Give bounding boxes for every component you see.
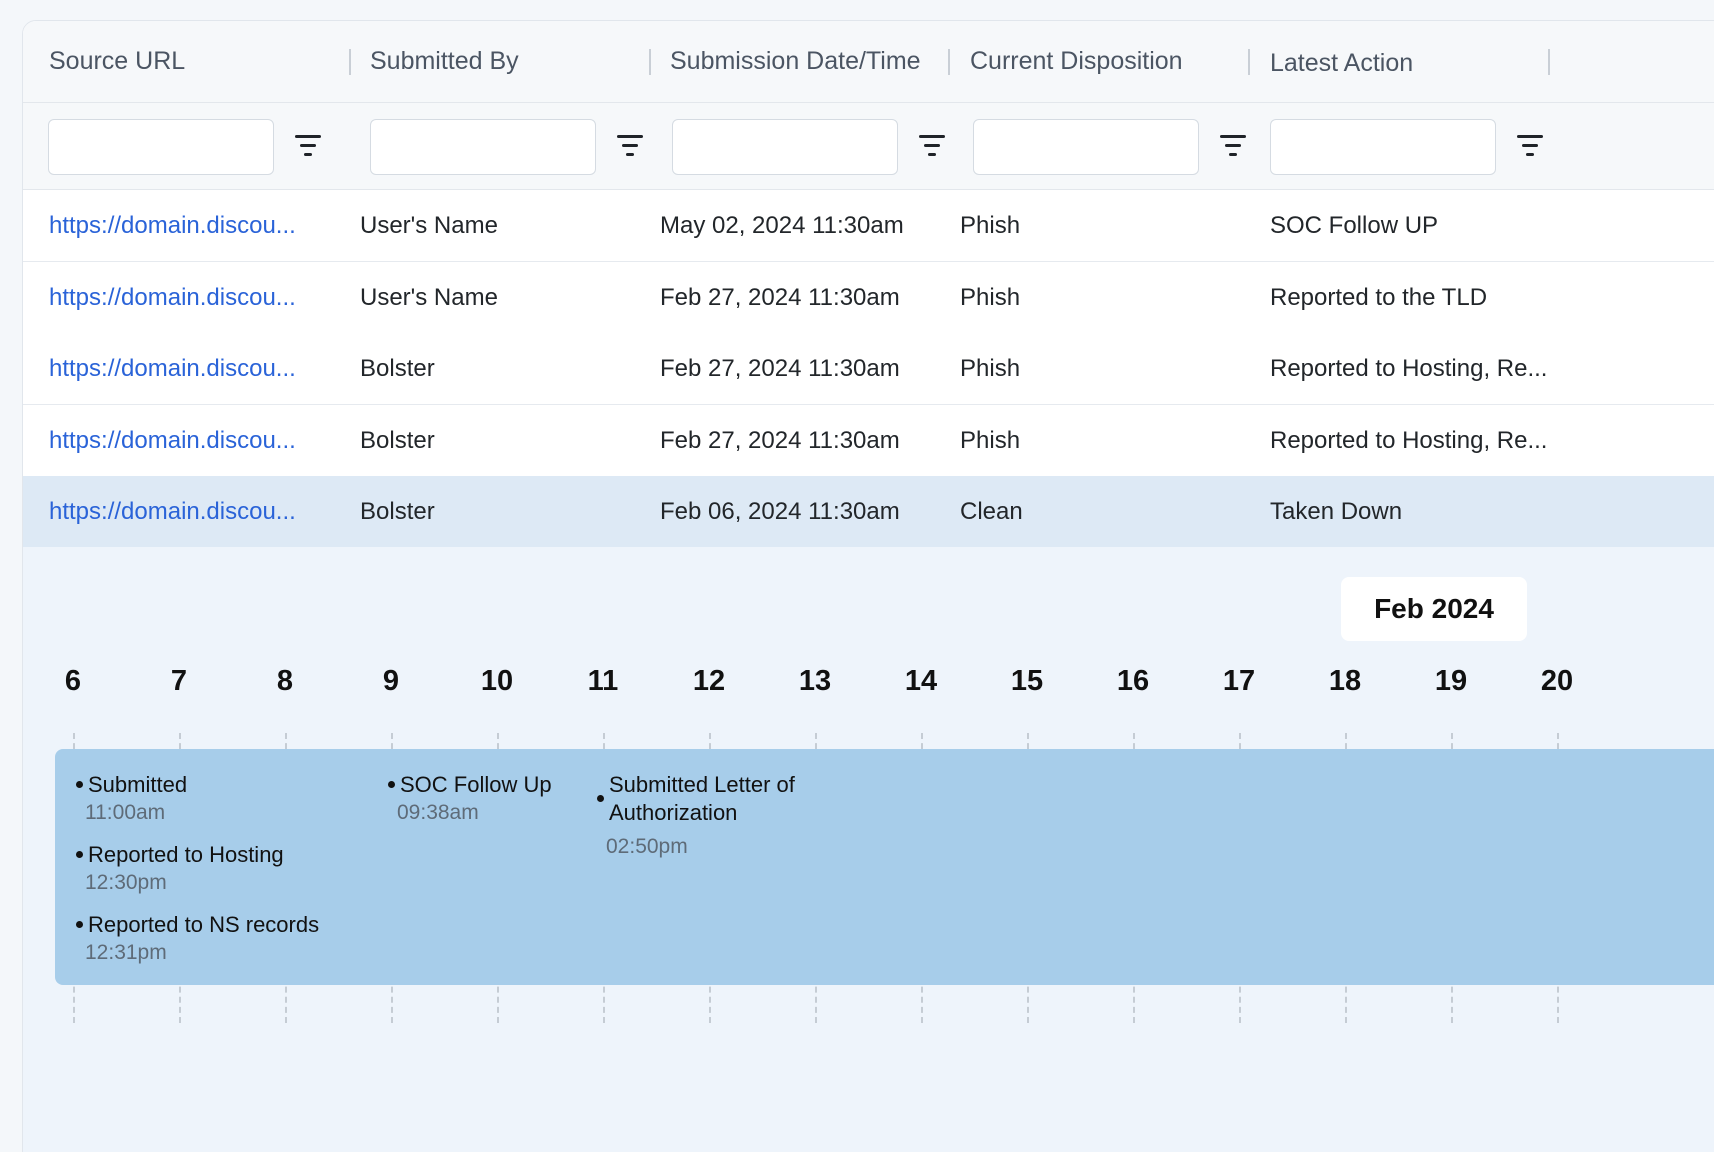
latest-action-cell: Reported to Hosting, Re... [1270,355,1548,382]
column-header-latest-action[interactable]: Latest Action [1270,23,1413,105]
filter-icon[interactable] [1517,133,1545,161]
event-title: SOC Follow Up [400,772,552,797]
column-resize-handle[interactable] [1548,49,1550,75]
timeline-day: 14 [904,665,938,697]
timeline-day: 7 [170,665,188,697]
column-header-current-disposition[interactable]: Current Disposition [970,21,1183,103]
latest-action-cell: SOC Follow UP [1270,212,1439,239]
submitted-by-cell: Bolster [360,427,435,454]
latest-action-filter-input[interactable] [1270,119,1496,175]
event-title: Reported to Hosting [88,842,284,867]
timeline-event[interactable]: Reported to NS records 12:31pm [76,911,320,967]
filter-icon[interactable] [617,133,645,161]
event-bullet [76,921,83,928]
source-url-link[interactable]: https://domain.discou... [49,262,296,334]
table-row[interactable]: https://domain.discou... Bolster Feb 27,… [23,405,1714,477]
column-resize-handle[interactable] [1248,49,1250,75]
timeline-event[interactable]: Submitted Letter of Authorization 02:50p… [597,771,795,861]
filter-icon[interactable] [1220,133,1248,161]
source-url-link[interactable]: https://domain.discou... [49,405,296,477]
source-url-link[interactable]: https://domain.discou... [49,333,296,405]
timeline-day: 17 [1222,665,1256,697]
table-row[interactable]: https://domain.discou... User's Name May… [23,190,1714,262]
submission-date-cell: Feb 27, 2024 11:30am [660,355,900,382]
event-time: 12:30pm [85,871,167,894]
timeline-day: 10 [480,665,514,697]
submission-date-filter-input[interactable] [672,119,898,175]
event-title: Submitted Letter of [609,772,795,797]
event-time: 09:38am [397,801,479,824]
timeline-event[interactable]: SOC Follow Up 09:38am [388,771,552,827]
timeline-day: 20 [1540,665,1574,697]
event-bullet [76,781,83,788]
column-resize-handle[interactable] [948,49,950,75]
latest-action-cell: Reported to the TLD [1270,284,1488,311]
column-resize-handle[interactable] [349,49,351,75]
submission-date-cell: Feb 27, 2024 11:30am [660,427,900,454]
event-time: 12:31pm [85,941,167,964]
disposition-cell: Phish [960,212,1021,239]
event-time: 11:00am [85,801,166,824]
timeline-day: 19 [1434,665,1468,697]
timeline-event-bar[interactable]: Submitted 11:00am Reported to Hosting 12… [55,749,1714,985]
disposition-cell: Clean [960,498,1023,525]
column-header-source-url[interactable]: Source URL [49,21,185,103]
disposition-cell: Phish [960,355,1021,382]
event-title: Reported to NS records [88,912,320,937]
disposition-cell: Phish [960,284,1021,311]
submission-date-cell: Feb 27, 2024 11:30am [660,284,900,311]
event-title-continued: Authorization [609,800,738,825]
timeline-day: 18 [1328,665,1362,697]
source-url-filter-input[interactable] [48,119,274,175]
timeline-day: 11 [587,665,619,697]
filter-icon[interactable] [919,133,947,161]
column-resize-handle[interactable] [649,49,651,75]
latest-action-cell: Reported to Hosting, Re... [1270,427,1548,454]
submission-date-cell: Feb 06, 2024 11:30am [660,498,900,525]
timeline-day: 13 [798,665,832,697]
filter-row [23,103,1714,190]
submitted-by-cell: User's Name [360,212,498,239]
timeline-event[interactable]: Reported to Hosting 12:30pm [76,841,284,897]
submitted-by-cell: User's Name [360,284,498,311]
timeline-day: 9 [382,665,400,697]
disposition-filter-input[interactable] [973,119,1199,175]
table-row[interactable]: https://domain.discou... User's Name Feb… [23,262,1714,334]
timeline-day: 12 [692,665,726,697]
disposition-cell: Phish [960,427,1021,454]
timeline-day: 8 [276,665,294,697]
event-time: 02:50pm [606,835,688,858]
event-bullet [388,781,395,788]
column-header-submission-date[interactable]: Submission Date/Time [670,21,921,103]
source-url-link[interactable]: https://domain.discou... [49,476,296,548]
source-url-link[interactable]: https://domain.discou... [49,190,296,262]
latest-action-cell: Taken Down [1270,498,1403,525]
table-header: Source URL Submitted By Submission Date/… [23,21,1714,103]
timeline-event[interactable]: Submitted 11:00am [76,771,188,827]
submitted-by-cell: Bolster [360,355,435,382]
column-header-submitted-by[interactable]: Submitted By [370,21,519,103]
event-bullet [76,851,83,858]
submitted-by-filter-input[interactable] [370,119,596,175]
table-row[interactable]: https://domain.discou... Bolster Feb 27,… [23,333,1714,405]
action-timeline: Feb 2024 6 7 8 9 10 11 12 13 14 15 16 17… [23,547,1714,1152]
timeline-day: 16 [1116,665,1150,697]
event-title: Submitted [88,772,188,797]
filter-icon[interactable] [295,133,323,161]
event-bullet [597,795,604,802]
submitted-by-cell: Bolster [360,498,435,525]
timeline-month-label[interactable]: Feb 2024 [1341,577,1527,641]
timeline-day: 6 [64,665,82,697]
submissions-panel: Source URL Submitted By Submission Date/… [22,20,1714,1152]
timeline-day: 15 [1010,665,1044,697]
table-row-selected[interactable]: https://domain.discou... Bolster Feb 06,… [23,476,1714,548]
submission-date-cell: May 02, 2024 11:30am [660,212,904,239]
